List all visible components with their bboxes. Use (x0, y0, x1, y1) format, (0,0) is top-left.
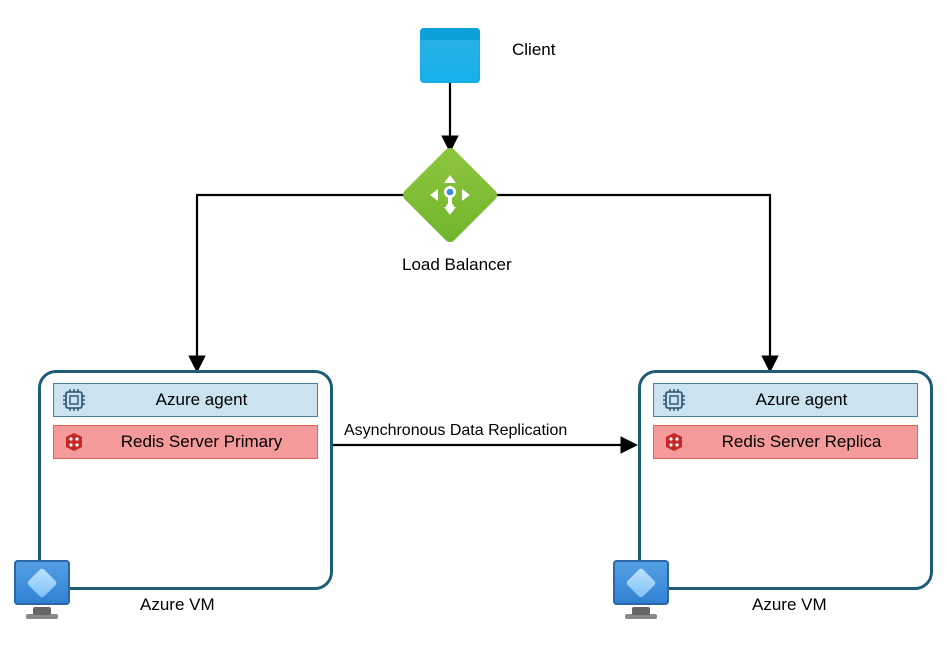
redis-label-right: Redis Server Replica (694, 432, 909, 452)
cpu-icon (62, 388, 86, 412)
azure-agent-row-left: Azure agent (53, 383, 318, 417)
vm-monitor-icon-right (613, 560, 669, 605)
client-icon (420, 28, 480, 83)
vm-label-left: Azure VM (140, 595, 215, 615)
redis-row-left: <полygon/> Redis Server Primary (53, 425, 318, 459)
redis-row-right: Redis Server Replica (653, 425, 918, 459)
azure-agent-row-right: Azure agent (653, 383, 918, 417)
vm-label-right: Azure VM (752, 595, 827, 615)
azure-agent-label-left: Azure agent (94, 390, 309, 410)
vm-box-left: Azure agent <полygon/> Redis Server Prim… (38, 370, 333, 590)
vm-box-right: Azure agent Redis Server Replica (638, 370, 933, 590)
load-balancer-icon (415, 160, 485, 230)
replication-label: Asynchronous Data Replication (344, 422, 567, 440)
client-label: Client (512, 40, 555, 60)
vm-monitor-icon-left (14, 560, 70, 605)
redis-icon: <полygon/> (62, 430, 86, 454)
load-balancer-label: Load Balancer (402, 255, 512, 275)
azure-agent-label-right: Azure agent (694, 390, 909, 410)
cpu-icon (662, 388, 686, 412)
redis-icon (662, 430, 686, 454)
redis-label-left: Redis Server Primary (94, 432, 309, 452)
